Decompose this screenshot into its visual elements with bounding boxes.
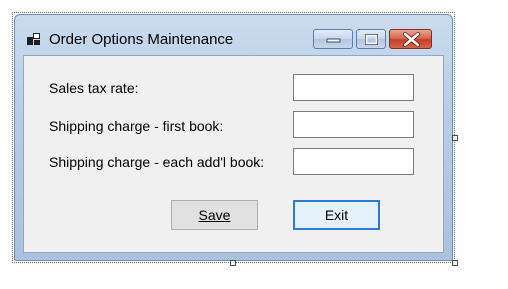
close-button[interactable] — [389, 29, 432, 49]
shipping-each-addl-book-label: Shipping charge - each add'l book: — [49, 154, 265, 170]
order-options-window: Order Options Maintenance Sales tax rate… — [14, 14, 453, 261]
form-icon — [27, 32, 41, 46]
maximize-button[interactable] — [356, 29, 386, 49]
sales-tax-rate-input[interactable] — [293, 74, 414, 101]
save-button-label: Save — [198, 207, 231, 223]
exit-button-label: Exit — [324, 207, 349, 223]
save-button[interactable]: Save — [171, 200, 258, 230]
close-icon — [403, 32, 420, 47]
resize-handle-bottom-right[interactable] — [452, 260, 458, 266]
exit-button[interactable]: Exit — [293, 200, 380, 230]
form-client-area: Sales tax rate: Shipping charge - first … — [23, 55, 444, 253]
maximize-icon — [365, 34, 378, 45]
minimize-icon — [326, 38, 341, 43]
minimize-button[interactable] — [313, 29, 353, 49]
shipping-each-addl-book-input[interactable] — [293, 148, 414, 175]
sales-tax-rate-label: Sales tax rate: — [49, 80, 139, 96]
shipping-first-book-input[interactable] — [293, 111, 414, 138]
resize-handle-bottom[interactable] — [230, 260, 236, 266]
resize-handle-right[interactable] — [452, 135, 458, 141]
title-bar[interactable]: Order Options Maintenance — [15, 15, 452, 55]
shipping-first-book-label: Shipping charge - first book: — [49, 118, 224, 134]
designer-canvas: Order Options Maintenance Sales tax rate… — [0, 0, 508, 289]
window-title: Order Options Maintenance — [49, 31, 234, 48]
